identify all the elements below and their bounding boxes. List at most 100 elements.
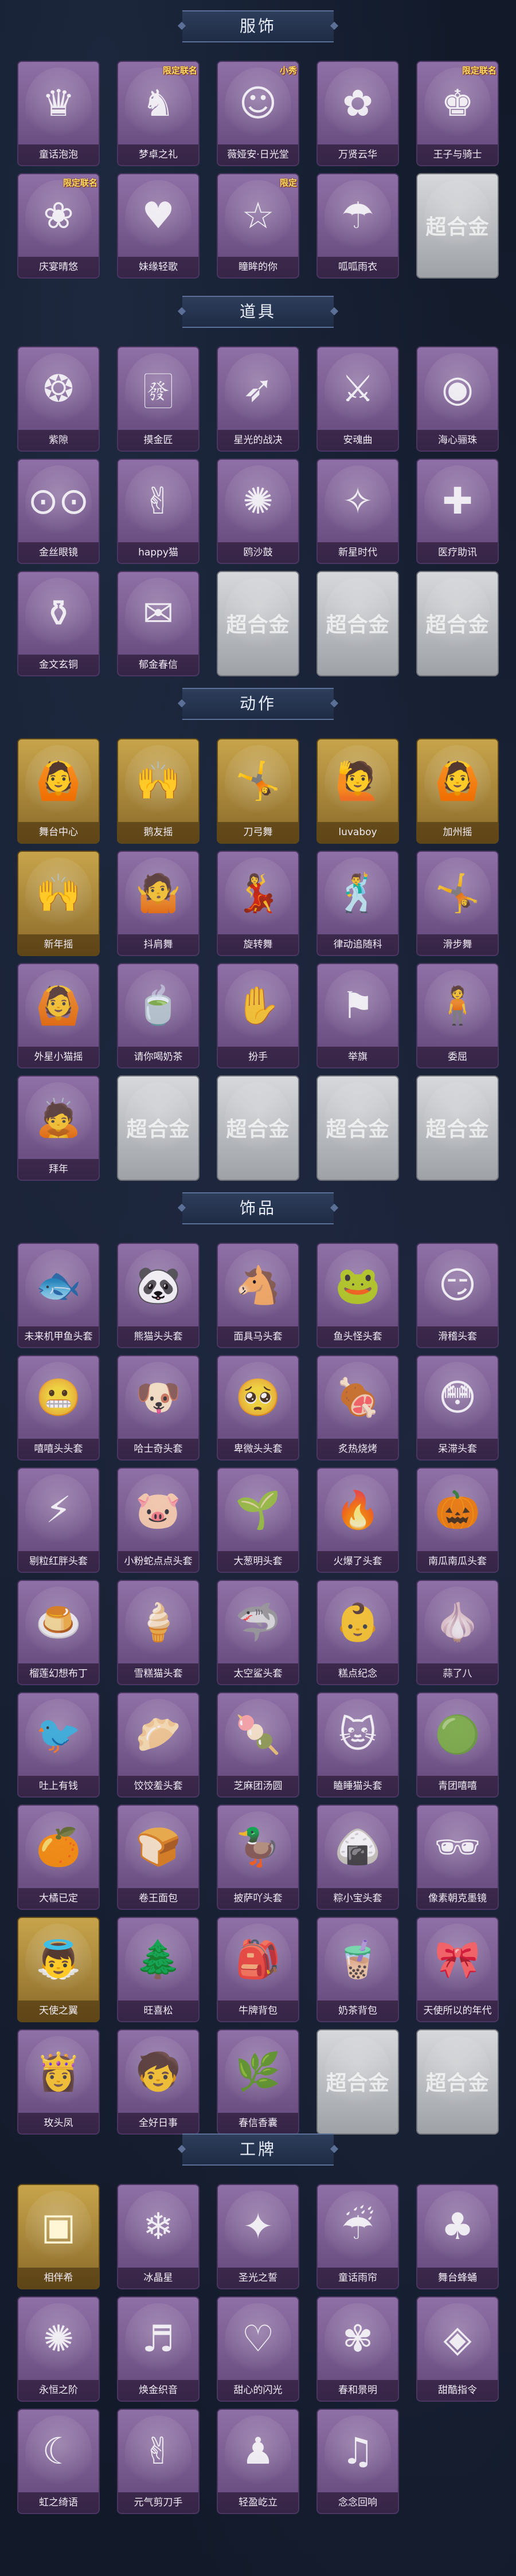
item-card[interactable]: ✌ 元气剪刀手: [117, 2409, 200, 2514]
item-card[interactable]: 💃 旋转舞: [217, 851, 299, 956]
item-card[interactable]: 🐸 鱼头怪头套: [316, 1243, 399, 1348]
item-card[interactable]: ☺ 小秀 薇娅安·日光堂: [217, 61, 299, 166]
item-card[interactable]: ✦ 圣光之誓: [217, 2184, 299, 2289]
item-card[interactable]: 🥟 饺饺羞头套: [117, 1692, 200, 1798]
item-card[interactable]: 🤸 刀弓舞: [217, 738, 299, 844]
item-card[interactable]: 🕺 律动追随科: [316, 851, 399, 956]
item-card[interactable]: 🐦 吐上有钱: [17, 1692, 100, 1798]
item-card[interactable]: 👶 糕点纪念: [316, 1580, 399, 1685]
item-card[interactable]: 🍙 粽小宝头套: [316, 1804, 399, 1910]
item-card[interactable]: ♣ 舞台蜂蛹: [416, 2184, 499, 2289]
placeholder-card[interactable]: 超合金超合金: [416, 1075, 499, 1181]
item-card[interactable]: ▣ 相伴希: [17, 2184, 100, 2289]
item-card[interactable]: ✾ 春和景明: [316, 2296, 399, 2402]
item-card[interactable]: ♬ 焕金织音: [117, 2296, 200, 2402]
item-card[interactable]: ⚡ 剔粒红胖头套: [17, 1467, 100, 1573]
item-card[interactable]: 🧄 蒜了八: [416, 1580, 499, 1685]
item-card[interactable]: 🐱 瞌睡猫头套: [316, 1692, 399, 1798]
item-card[interactable]: 🧋 奶茶背包: [316, 1917, 399, 2022]
placeholder-card[interactable]: 超合金超合金: [217, 1075, 299, 1181]
item-card[interactable]: ⊙⊙ 金丝眼镜: [17, 459, 100, 564]
item-card[interactable]: ☆ 限定 瞳眸的你: [217, 173, 299, 279]
item-card[interactable]: ✋ 扮手: [217, 963, 299, 1068]
placeholder-card[interactable]: 超合金超合金: [416, 2029, 499, 2135]
item-card[interactable]: 🦈 太空鲨头套: [217, 1580, 299, 1685]
item-card[interactable]: 🟢 青团嘻嘻: [416, 1692, 499, 1798]
item-card[interactable]: 🙌 新年摇: [17, 851, 100, 956]
item-card[interactable]: ◈ 甜酷指令: [416, 2296, 499, 2402]
item-card[interactable]: 😏 滑稽头套: [416, 1243, 499, 1348]
item-card[interactable]: 🍵 请你喝奶茶: [117, 963, 200, 1068]
item-card[interactable]: ✺ 永恒之阶: [17, 2296, 100, 2402]
item-card[interactable]: 🥺 卑微头头套: [217, 1355, 299, 1461]
item-card[interactable]: 🎀 天使所以的年代: [416, 1917, 499, 2022]
item-card[interactable]: 🔥 火爆了头套: [316, 1467, 399, 1573]
item-card[interactable]: 🐶 哈士奇头套: [117, 1355, 200, 1461]
item-card[interactable]: 🕶 像素朝克墨镜: [416, 1804, 499, 1910]
placeholder-card[interactable]: 超合金超合金: [117, 1075, 200, 1181]
item-card[interactable]: ♟ 轻盈屹立: [217, 2409, 299, 2514]
item-card[interactable]: 🦆 披萨吖头套: [217, 1804, 299, 1910]
item-card[interactable]: ➶ 星光的战决: [217, 346, 299, 452]
item-card[interactable]: ✚ 医疗助讯: [416, 459, 499, 564]
item-card[interactable]: ☾ 虹之绮语: [17, 2409, 100, 2514]
item-card[interactable]: ✧ 新星时代: [316, 459, 399, 564]
item-card[interactable]: ❂ 紫隙: [17, 346, 100, 452]
item-card[interactable]: ◉ 海心骊珠: [416, 346, 499, 452]
item-card[interactable]: 🀅 摸金匠: [117, 346, 200, 452]
item-card[interactable]: 🙌 鹅友摇: [117, 738, 200, 844]
item-card[interactable]: 🙆 舞台中心: [17, 738, 100, 844]
item-card[interactable]: 😬 嘻嘻头头套: [17, 1355, 100, 1461]
item-card[interactable]: 🙇 拜年: [17, 1075, 100, 1181]
item-card[interactable]: 🌲 旺喜松: [117, 1917, 200, 2022]
item-card[interactable]: 😳 呆滞头套: [416, 1355, 499, 1461]
item-card[interactable]: ⚑ 举旗: [316, 963, 399, 1068]
item-card[interactable]: ❀ 限定联名 庆宴晴悠: [17, 173, 100, 279]
item-card[interactable]: 🍮 榴莲幻想布丁: [17, 1580, 100, 1685]
item-card[interactable]: 🍞 卷王面包: [117, 1804, 200, 1910]
item-card[interactable]: 🧒 全好日事: [117, 2029, 200, 2135]
item-card[interactable]: 🐷 小粉蛇点点头套: [117, 1467, 200, 1573]
item-card[interactable]: ⚱ 金文玄铜: [17, 571, 100, 676]
item-card[interactable]: ☔ 童话雨帘: [316, 2184, 399, 2289]
item-card[interactable]: ♞ 限定联名 梦卓之礼: [117, 61, 200, 166]
item-card[interactable]: ⚔ 安魂曲: [316, 346, 399, 452]
placeholder-card[interactable]: 超合金超合金: [217, 571, 299, 676]
item-card[interactable]: 🍦 雪糕猫头套: [117, 1580, 200, 1685]
item-card[interactable]: ✌ happy猫: [117, 459, 200, 564]
item-card[interactable]: 👼 天使之翼: [17, 1917, 100, 2022]
placeholder-card[interactable]: 超合金超合金: [316, 2029, 399, 2135]
item-card[interactable]: ♫ 念念回响: [316, 2409, 399, 2514]
item-card[interactable]: ☂ 呱呱雨衣: [316, 173, 399, 279]
item-card[interactable]: 🐴 面具马头套: [217, 1243, 299, 1348]
item-name: 榴莲幻想布丁: [18, 1663, 99, 1684]
item-card[interactable]: 🙆 外星小猫摇: [17, 963, 100, 1068]
item-card[interactable]: ✉ 郁金春信: [117, 571, 200, 676]
item-card[interactable]: 🐟 未来机甲鱼头套: [17, 1243, 100, 1348]
item-card[interactable]: ❄ 冰晶星: [117, 2184, 200, 2289]
item-card[interactable]: 🙋 luvaboy: [316, 738, 399, 844]
item-card[interactable]: 🙆 加州摇: [416, 738, 499, 844]
item-card[interactable]: 🌿 春信香囊: [217, 2029, 299, 2135]
item-card[interactable]: ♥ 妹缘轻歌: [117, 173, 200, 279]
placeholder-card[interactable]: 超合金超合金: [416, 173, 499, 279]
item-card[interactable]: 🎃 南瓜南瓜头套: [416, 1467, 499, 1573]
item-card[interactable]: 👸 玫头凤: [17, 2029, 100, 2135]
item-card[interactable]: ♚ 限定联名 王子与骑士: [416, 61, 499, 166]
placeholder-card[interactable]: 超合金超合金: [416, 571, 499, 676]
item-card[interactable]: 🌱 大葱明头套: [217, 1467, 299, 1573]
placeholder-card[interactable]: 超合金超合金: [316, 1075, 399, 1181]
item-card[interactable]: 🍊 大橘已定: [17, 1804, 100, 1910]
item-card[interactable]: 🍖 炙热烧烤: [316, 1355, 399, 1461]
item-card[interactable]: 🐼 熊猫头头套: [117, 1243, 200, 1348]
item-card[interactable]: 🧍 委屈: [416, 963, 499, 1068]
item-card[interactable]: ✺ 鸥沙鼓: [217, 459, 299, 564]
item-card[interactable]: 🤸 滑步舞: [416, 851, 499, 956]
item-card[interactable]: ♡ 甜心的闪光: [217, 2296, 299, 2402]
item-card[interactable]: ✿ 万贤云华: [316, 61, 399, 166]
placeholder-card[interactable]: 超合金超合金: [316, 571, 399, 676]
item-card[interactable]: 🍡 芝麻团汤圆: [217, 1692, 299, 1798]
item-card[interactable]: ♛ 童话泡泡: [17, 61, 100, 166]
item-card[interactable]: 🤷 抖肩舞: [117, 851, 200, 956]
item-card[interactable]: 🎒 牛牌背包: [217, 1917, 299, 2022]
